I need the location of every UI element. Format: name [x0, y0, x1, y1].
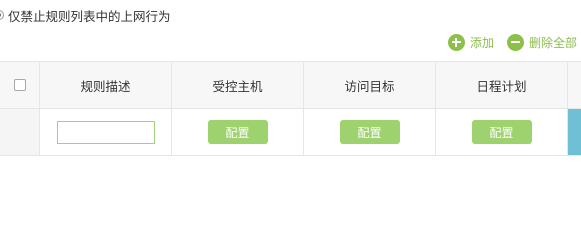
- target-config-button[interactable]: 配置: [339, 120, 400, 144]
- header-host-label: 受控主机: [212, 78, 263, 94]
- select-all-checkbox[interactable]: [13, 79, 26, 91]
- select-all-cell: [0, 62, 40, 108]
- add-button-label: 添加: [469, 35, 494, 50]
- plus-circle-icon: [447, 33, 465, 51]
- header-host: 受控主机: [172, 62, 304, 108]
- parental-control-page: 仅禁止规则列表中的上网行为 添加 删除全部 规则描述 受控主机 访问目标 日程计…: [0, 0, 581, 237]
- table-row: 配置 配置 配置: [0, 109, 581, 155]
- header-schedule-label: 日程计划: [476, 78, 527, 94]
- host-cell: 配置: [172, 109, 304, 155]
- header-description: 规则描述: [40, 62, 172, 108]
- schedule-cell: 配置: [436, 109, 568, 155]
- minus-circle-icon: [506, 33, 524, 51]
- filter-mode-radio[interactable]: [0, 10, 4, 20]
- toolbar: 添加 删除全部: [435, 32, 577, 52]
- row-select-cell: [0, 109, 40, 155]
- add-button[interactable]: 添加: [447, 33, 494, 51]
- table-header-row: 规则描述 受控主机 访问目标 日程计划: [0, 62, 581, 109]
- description-cell: [40, 109, 172, 155]
- delete-all-button[interactable]: 删除全部: [506, 33, 577, 51]
- header-target: 访问目标: [304, 62, 436, 108]
- header-schedule: 日程计划: [436, 62, 568, 108]
- rule-description-input[interactable]: [56, 120, 155, 144]
- header-extra: [568, 62, 581, 108]
- filter-mode-option[interactable]: 仅禁止规则列表中的上网行为: [0, 7, 171, 24]
- header-target-label: 访问目标: [344, 78, 395, 94]
- target-cell: 配置: [304, 109, 436, 155]
- row-action-strip[interactable]: [568, 109, 581, 155]
- filter-mode-label: 仅禁止规则列表中的上网行为: [8, 8, 171, 24]
- host-config-button[interactable]: 配置: [207, 120, 268, 144]
- header-description-label: 规则描述: [80, 78, 131, 94]
- schedule-config-button[interactable]: 配置: [471, 120, 532, 144]
- delete-all-button-label: 删除全部: [528, 35, 577, 50]
- rules-table: 规则描述 受控主机 访问目标 日程计划 配置 配置 配置: [0, 61, 581, 156]
